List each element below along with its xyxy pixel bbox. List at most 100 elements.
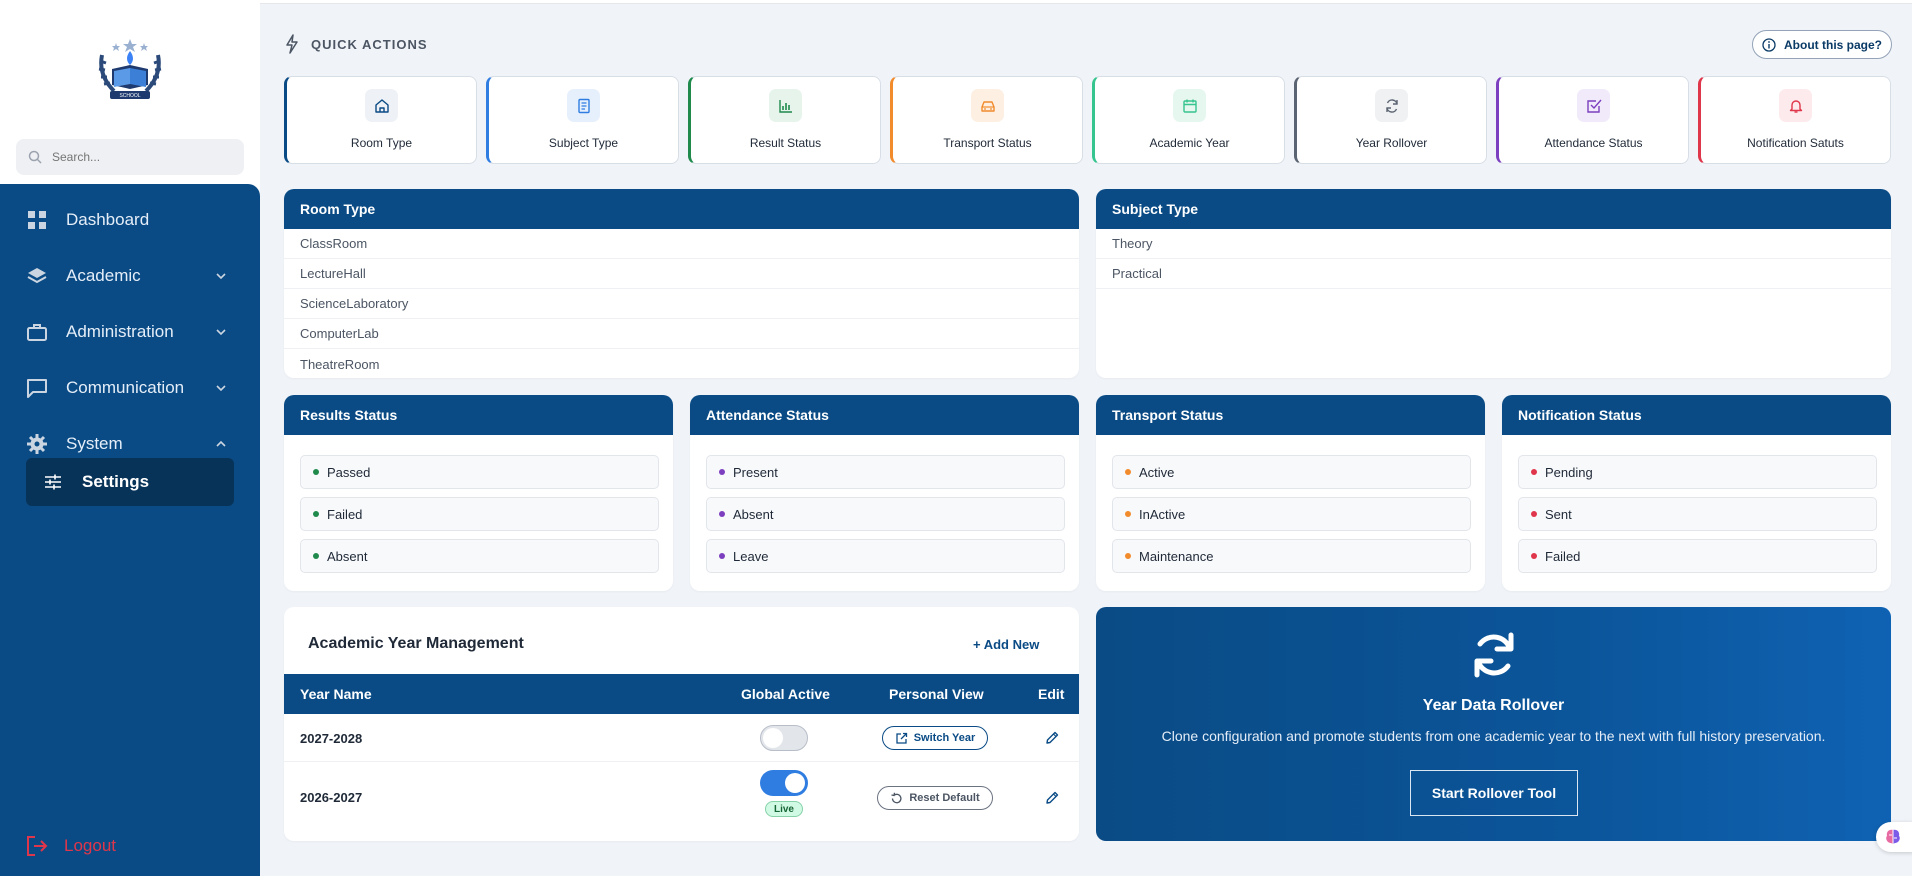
status-label: Maintenance	[1139, 548, 1214, 564]
nav-label: Communication	[66, 378, 185, 397]
panel-title: Notification Status	[1502, 395, 1891, 435]
quick-action-label: Attendance Status	[1544, 136, 1643, 150]
status-label: Active	[1139, 464, 1175, 480]
status-item[interactable]: InActive	[1112, 497, 1471, 531]
about-label: About this page?	[1784, 37, 1882, 52]
status-label: Sent	[1545, 506, 1572, 522]
panel-title: Subject Type	[1096, 189, 1891, 229]
add-year-button[interactable]: + Add New	[973, 637, 1039, 652]
quick-action-label: Transport Status	[943, 136, 1032, 150]
search-box[interactable]	[16, 139, 244, 175]
quick-action-year-rollover[interactable]: Year Rollover	[1294, 76, 1487, 164]
sliders-icon	[45, 474, 61, 490]
attendance-status-panel: Attendance Status Present Absent Leave	[690, 395, 1079, 591]
status-item[interactable]: Present	[706, 455, 1065, 489]
panel-title: Results Status	[284, 395, 673, 435]
list-item[interactable]: TheatreRoom	[284, 349, 1079, 378]
quick-action-subject-type[interactable]: Subject Type	[486, 76, 679, 164]
status-dot	[719, 511, 725, 517]
list-item[interactable]: ComputerLab	[284, 319, 1079, 349]
list-item[interactable]: Practical	[1096, 259, 1891, 289]
list-item[interactable]: LectureHall	[284, 259, 1079, 289]
status-item[interactable]: Pending	[1518, 455, 1877, 489]
rollover-description: Clone configuration and promote students…	[1161, 728, 1826, 744]
quick-actions-title: QUICK ACTIONS	[311, 36, 428, 52]
nav-item-academic[interactable]: Academic	[0, 256, 260, 296]
logout-button[interactable]: Logout	[26, 836, 116, 856]
car-icon	[971, 89, 1004, 122]
status-label: Failed	[1545, 548, 1581, 564]
status-dot	[1531, 511, 1537, 517]
chat-icon	[26, 377, 48, 399]
status-dot	[313, 553, 319, 559]
reset-default-button[interactable]: Reset Default	[877, 786, 993, 810]
assistant-widget-button[interactable]	[1876, 822, 1912, 852]
quick-action-label: Year Rollover	[1355, 136, 1428, 150]
quick-action-label: Notification Satuts	[1747, 136, 1844, 150]
about-page-button[interactable]: About this page?	[1752, 30, 1892, 59]
status-item[interactable]: Passed	[300, 455, 659, 489]
status-label: Absent	[327, 548, 368, 564]
settings-label: Settings	[82, 472, 150, 491]
list-item[interactable]: ClassRoom	[284, 229, 1079, 259]
status-item[interactable]: Leave	[706, 539, 1065, 573]
calendar-icon	[1173, 89, 1206, 122]
chevron-down-icon	[216, 385, 226, 392]
chevron-up-icon	[216, 440, 226, 447]
results-status-panel: Results Status Passed Failed Absent	[284, 395, 673, 591]
switch-year-button[interactable]: Switch Year	[882, 726, 988, 750]
nav-label: Academic	[66, 266, 141, 285]
list-item[interactable]: ScienceLaboratory	[284, 289, 1079, 319]
live-badge: Live	[765, 801, 803, 817]
list-item[interactable]: Theory	[1096, 229, 1891, 259]
svg-text:SCHOOL: SCHOOL	[119, 93, 140, 99]
quick-action-room-type[interactable]: Room Type	[284, 76, 477, 164]
quick-action-attendance-status[interactable]: Attendance Status	[1496, 76, 1689, 164]
quick-action-label: Academic Year	[1149, 136, 1230, 150]
school-logo[interactable]: SCHOOL	[0, 0, 260, 130]
global-active-toggle[interactable]	[760, 770, 808, 796]
column-header: Edit	[1038, 686, 1065, 702]
start-rollover-button[interactable]: Start Rollover Tool	[1410, 770, 1578, 816]
nav-label: System	[66, 434, 123, 453]
global-active-toggle[interactable]	[760, 725, 808, 751]
quick-action-result-status[interactable]: Result Status	[688, 76, 881, 164]
refresh-icon	[1375, 89, 1408, 122]
refresh-icon	[1474, 632, 1514, 678]
info-icon	[1762, 37, 1776, 52]
nav-label: Administration	[66, 322, 174, 341]
chevron-down-icon	[216, 273, 226, 280]
nav-item-communication[interactable]: Communication	[0, 368, 260, 408]
nav-subitem-settings[interactable]: Settings	[26, 458, 234, 506]
status-item[interactable]: Maintenance	[1112, 539, 1471, 573]
status-item[interactable]: Active	[1112, 455, 1471, 489]
status-item[interactable]: Absent	[300, 539, 659, 573]
subject-type-panel: Subject Type Theory Practical	[1096, 189, 1891, 378]
pencil-icon[interactable]	[1044, 730, 1060, 746]
status-item[interactable]: Absent	[706, 497, 1065, 531]
search-icon	[28, 150, 42, 164]
status-item[interactable]: Failed	[300, 497, 659, 531]
nav-label: Dashboard	[66, 210, 150, 229]
table-row: 2027-2028 Switch Year	[284, 714, 1079, 762]
quick-action-label: Result Status	[749, 136, 822, 150]
quick-action-transport-status[interactable]: Transport Status	[890, 76, 1083, 164]
quick-action-academic-year[interactable]: Academic Year	[1092, 76, 1285, 164]
nav-item-dashboard[interactable]: Dashboard	[0, 200, 260, 240]
top-bar	[260, 0, 1912, 4]
column-header: Personal View	[889, 686, 984, 702]
status-item[interactable]: Failed	[1518, 539, 1877, 573]
logout-label: Logout	[64, 836, 116, 855]
year-rollover-card: Year Data Rollover Clone configuration a…	[1096, 607, 1891, 841]
quick-action-notification-status[interactable]: Notification Satuts	[1698, 76, 1891, 164]
search-input[interactable]	[52, 150, 232, 164]
panel-title: Room Type	[284, 189, 1079, 229]
status-label: Pending	[1545, 464, 1593, 480]
pencil-icon[interactable]	[1044, 790, 1060, 806]
quick-actions-header: QUICK ACTIONS	[285, 34, 428, 54]
nav-item-administration[interactable]: Administration	[0, 312, 260, 352]
status-dot	[313, 511, 319, 517]
status-dot	[719, 553, 725, 559]
status-item[interactable]: Sent	[1518, 497, 1877, 531]
transport-status-panel: Transport Status Active InActive Mainten…	[1096, 395, 1485, 591]
